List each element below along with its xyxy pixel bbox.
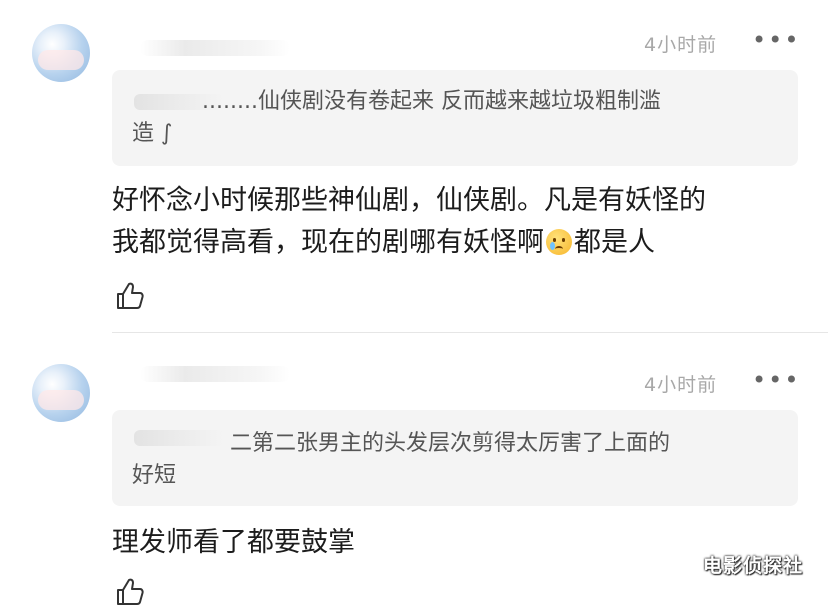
watermark-text: 电影侦探社 — [703, 555, 804, 577]
comment-time: 4小时前 — [644, 374, 718, 396]
comment-text-line-2: 我都觉得高看，现在的剧哪有妖怪啊 都是人 — [112, 222, 655, 264]
comment-text-part: 都是人 — [574, 227, 655, 258]
thumbs-up-icon[interactable] — [114, 576, 146, 608]
username-blurred — [140, 366, 290, 382]
username-blurred — [140, 40, 290, 56]
more-dots-icon[interactable]: ••• — [752, 368, 800, 392]
quoted-text-line-2: 造 ∫ — [132, 121, 173, 146]
comment-text-line-1: 好怀念小时候那些神仙剧，仙侠剧。凡是有妖怪的 — [112, 185, 706, 216]
quoted-reply[interactable]: ........仙侠剧没有卷起来 反而越来越垃圾粗制滥 造 ∫ — [112, 70, 798, 166]
quoted-text-line-1: 二第二张男主的头发层次剪得太厉害了上面的 — [230, 431, 671, 456]
comment-text-line-1: 理发师看了都要鼓掌 — [112, 527, 355, 558]
avatar[interactable] — [32, 24, 90, 82]
quoted-reply[interactable]: 二第二张男主的头发层次剪得太厉害了上面的 好短 — [112, 410, 798, 506]
avatar[interactable] — [32, 364, 90, 422]
crying-face-emoji-icon — [546, 229, 572, 255]
more-dots-icon[interactable]: ••• — [752, 28, 800, 52]
quoted-text-line-2: 好短 — [132, 463, 177, 488]
quoted-text-line-1: ........仙侠剧没有卷起来 反而越来越垃圾粗制滥 — [202, 89, 661, 114]
comment-time: 4小时前 — [644, 34, 718, 56]
comment-text-part: 我都觉得高看，现在的剧哪有妖怪啊 — [112, 227, 544, 258]
thumbs-up-icon[interactable] — [114, 280, 146, 312]
divider — [112, 332, 828, 333]
